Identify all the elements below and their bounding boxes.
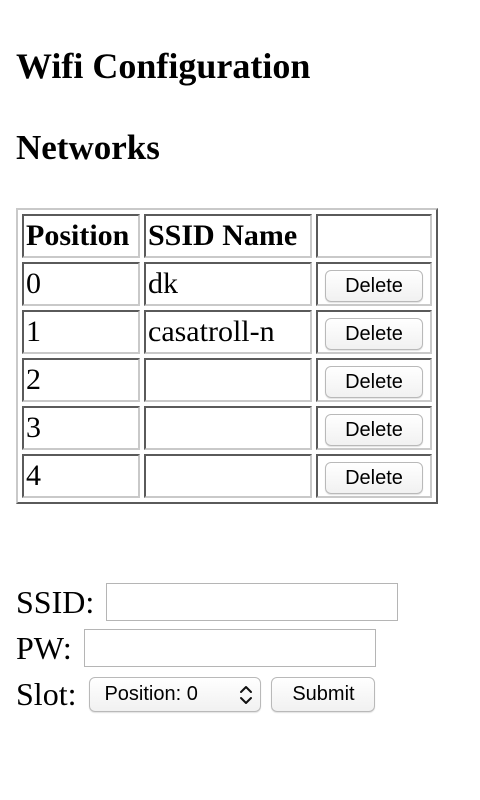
slot-select-value: Position: 0 — [104, 682, 198, 705]
cell-ssid-name: casatroll-n — [144, 310, 312, 354]
column-header-actions — [316, 214, 432, 258]
table-row: 3 Delete — [22, 406, 432, 450]
cell-ssid-name — [144, 406, 312, 450]
delete-button[interactable]: Delete — [325, 318, 423, 350]
cell-position: 4 — [22, 454, 140, 498]
cell-actions: Delete — [316, 310, 432, 354]
table-row: 4 Delete — [22, 454, 432, 498]
submit-button[interactable]: Submit — [271, 676, 376, 712]
slot-label: Slot: — [16, 676, 77, 712]
cell-position: 1 — [22, 310, 140, 354]
cell-position: 2 — [22, 358, 140, 402]
cell-ssid-name — [144, 358, 312, 402]
ssid-input[interactable] — [106, 583, 399, 621]
cell-ssid-name — [144, 454, 312, 498]
chevron-up-down-icon — [240, 685, 253, 704]
delete-button[interactable]: Delete — [325, 366, 423, 398]
cell-actions: Delete — [316, 406, 432, 450]
cell-actions: Delete — [316, 454, 432, 498]
slot-select[interactable]: Position: 0 — [89, 676, 262, 712]
delete-button[interactable]: Delete — [325, 270, 423, 302]
pw-label: PW: — [16, 630, 72, 666]
table-row: 2 Delete — [22, 358, 432, 402]
table-header-row: Position SSID Name — [22, 214, 432, 258]
password-input[interactable] — [83, 629, 376, 667]
cell-actions: Delete — [316, 262, 432, 306]
delete-button[interactable]: Delete — [325, 462, 423, 494]
cell-actions: Delete — [316, 358, 432, 402]
networks-table: Position SSID Name 0 dk Delete 1 casatro… — [16, 208, 438, 504]
cell-position: 3 — [22, 406, 140, 450]
ssid-label: SSID: — [16, 584, 95, 620]
ssid-row: SSID: — [16, 582, 399, 622]
column-header-ssid-name: SSID Name — [144, 214, 312, 258]
cell-ssid-name: dk — [144, 262, 312, 306]
delete-button[interactable]: Delete — [325, 414, 423, 446]
slot-row: Slot: Position: 0 Submit — [16, 674, 376, 714]
pw-row: PW: — [16, 628, 376, 668]
table-row: 1 casatroll-n Delete — [22, 310, 432, 354]
page-title: Wifi Configuration — [16, 46, 311, 86]
cell-position: 0 — [22, 262, 140, 306]
column-header-position: Position — [22, 214, 140, 258]
section-title-networks: Networks — [16, 128, 160, 167]
table-row: 0 dk Delete — [22, 262, 432, 306]
